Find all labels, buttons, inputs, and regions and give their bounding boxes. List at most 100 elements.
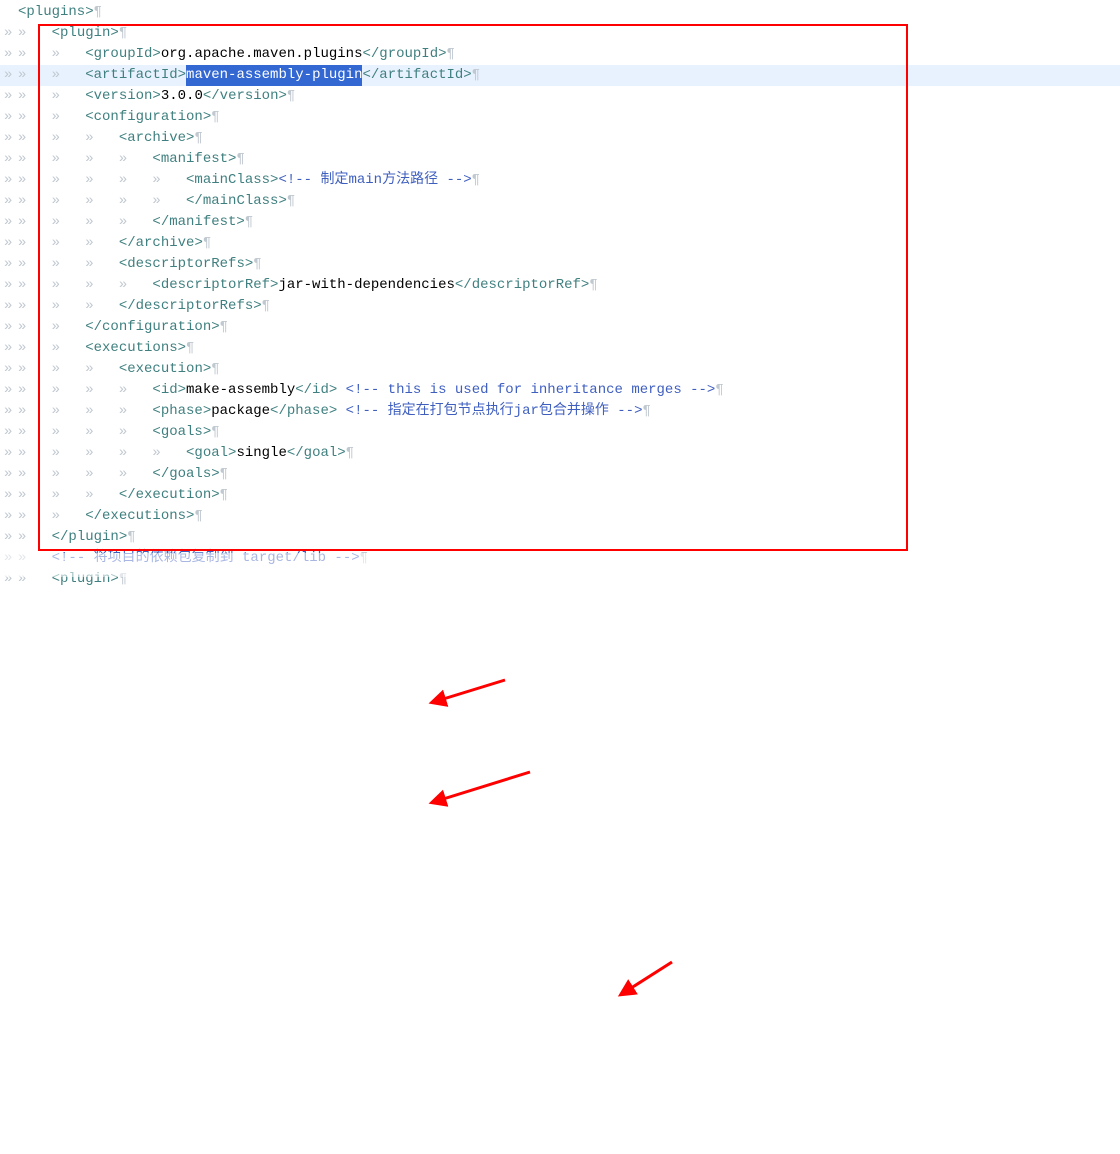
indent-guides: » » xyxy=(18,44,85,65)
code-line-1[interactable]: »» <plugin>¶ xyxy=(0,23,1120,44)
code-line-24[interactable]: »» » </executions>¶ xyxy=(0,506,1120,527)
indent-guides: » » » » xyxy=(18,149,152,170)
xml-text: make-assembly xyxy=(186,380,295,401)
indent-guides: » » » xyxy=(18,485,119,506)
fold-guide: » xyxy=(4,548,18,569)
code-line-3[interactable]: »» » <artifactId>maven-assembly-plugin</… xyxy=(0,65,1120,86)
xml-tag: <execution> xyxy=(119,359,211,380)
code-line-2[interactable]: »» » <groupId>org.apache.maven.plugins</… xyxy=(0,44,1120,65)
indent-guides: » » » » » xyxy=(18,443,186,464)
xml-tag: <archive> xyxy=(119,128,195,149)
xml-tag: <mainClass> xyxy=(186,170,278,191)
line-ending-mark: ¶ xyxy=(127,527,135,548)
code-line-27[interactable]: »» <plugin>¶ xyxy=(0,569,1120,590)
fold-guide: » xyxy=(4,86,18,107)
xml-tag: </goals> xyxy=(152,464,219,485)
line-ending-mark: ¶ xyxy=(119,569,127,590)
xml-tag: </archive> xyxy=(119,233,203,254)
xml-tag: <version> xyxy=(85,86,161,107)
xml-tag: </mainClass> xyxy=(186,191,287,212)
code-line-19[interactable]: »» » » » <phase>package</phase> <!-- 指定在… xyxy=(0,401,1120,422)
code-line-12[interactable]: »» » » <descriptorRefs>¶ xyxy=(0,254,1120,275)
code-line-4[interactable]: »» » <version>3.0.0</version>¶ xyxy=(0,86,1120,107)
xml-text: single xyxy=(236,443,286,464)
line-ending-mark: ¶ xyxy=(194,506,202,527)
xml-tag: <id> xyxy=(152,380,186,401)
xml-text: package xyxy=(211,401,270,422)
xml-tag: <artifactId> xyxy=(85,65,186,86)
fold-guide: » xyxy=(4,65,18,86)
fold-guide: » xyxy=(4,485,18,506)
code-line-7[interactable]: »» » » » <manifest>¶ xyxy=(0,149,1120,170)
xml-tag: </groupId> xyxy=(362,44,446,65)
arrow-annotation-0 xyxy=(440,680,505,700)
code-line-10[interactable]: »» » » » </manifest>¶ xyxy=(0,212,1120,233)
line-ending-mark: ¶ xyxy=(94,2,102,23)
line-ending-mark: ¶ xyxy=(194,128,202,149)
indent-guides: » xyxy=(18,527,52,548)
xml-tag: <manifest> xyxy=(152,149,236,170)
xml-tag: <descriptorRef> xyxy=(152,275,278,296)
fold-guide: » xyxy=(4,254,18,275)
xml-tag: </phase> xyxy=(270,401,337,422)
line-ending-mark: ¶ xyxy=(472,170,480,191)
line-ending-mark: ¶ xyxy=(211,107,219,128)
code-line-18[interactable]: »» » » » <id>make-assembly</id> <!-- thi… xyxy=(0,380,1120,401)
code-editor[interactable]: <plugins>¶»» <plugin>¶»» » <groupId>org.… xyxy=(0,0,1120,592)
xml-tag: <goal> xyxy=(186,443,236,464)
selected-text: maven-assembly-plugin xyxy=(186,65,362,86)
code-line-9[interactable]: »» » » » » </mainClass>¶ xyxy=(0,191,1120,212)
line-ending-mark: ¶ xyxy=(119,23,127,44)
line-ending-mark: ¶ xyxy=(447,44,455,65)
xml-text: org.apache.maven.plugins xyxy=(161,44,363,65)
code-line-20[interactable]: »» » » » <goals>¶ xyxy=(0,422,1120,443)
code-line-15[interactable]: »» » </configuration>¶ xyxy=(0,317,1120,338)
xml-comment: <!-- 指定在打包节点执行jar包合并操作 --> xyxy=(346,401,643,422)
fold-guide: » xyxy=(4,506,18,527)
xml-text xyxy=(337,380,345,401)
code-line-6[interactable]: »» » » <archive>¶ xyxy=(0,128,1120,149)
indent-guides: » » » xyxy=(18,128,119,149)
line-ending-mark: ¶ xyxy=(203,233,211,254)
code-line-8[interactable]: »» » » » » <mainClass><!-- 制定main方法路径 --… xyxy=(0,170,1120,191)
line-ending-mark: ¶ xyxy=(236,149,244,170)
code-line-16[interactable]: »» » <executions>¶ xyxy=(0,338,1120,359)
code-line-5[interactable]: »» » <configuration>¶ xyxy=(0,107,1120,128)
xml-tag: <groupId> xyxy=(85,44,161,65)
fold-guide: » xyxy=(4,296,18,317)
code-line-14[interactable]: »» » » </descriptorRefs>¶ xyxy=(0,296,1120,317)
line-ending-mark: ¶ xyxy=(643,401,651,422)
fold-guide: » xyxy=(4,233,18,254)
xml-text: jar-with-dependencies xyxy=(278,275,454,296)
fold-guide xyxy=(4,2,18,23)
fold-guide: » xyxy=(4,380,18,401)
arrow-annotation-1 xyxy=(440,772,530,800)
fold-guide: » xyxy=(4,107,18,128)
indent-guides: » » xyxy=(18,86,85,107)
code-line-25[interactable]: »» </plugin>¶ xyxy=(0,527,1120,548)
line-ending-mark: ¶ xyxy=(346,443,354,464)
line-ending-mark: ¶ xyxy=(262,296,270,317)
indent-guides: » » xyxy=(18,338,85,359)
line-ending-mark: ¶ xyxy=(220,317,228,338)
xml-tag: </plugin> xyxy=(52,527,128,548)
fold-guide: » xyxy=(4,422,18,443)
code-line-26[interactable]: »» <!-- 将项目的依赖包复制到 target/lib -->¶ xyxy=(0,548,1120,569)
xml-comment: <!-- this is used for inheritance merges… xyxy=(346,380,716,401)
line-ending-mark: ¶ xyxy=(715,380,723,401)
code-line-23[interactable]: »» » » </execution>¶ xyxy=(0,485,1120,506)
xml-tag: </configuration> xyxy=(85,317,219,338)
code-line-13[interactable]: »» » » » <descriptorRef>jar-with-depende… xyxy=(0,275,1120,296)
fold-guide: » xyxy=(4,317,18,338)
fold-guide: » xyxy=(4,527,18,548)
indent-guides: » » » » » xyxy=(18,170,186,191)
indent-guides: » » » » xyxy=(18,422,152,443)
xml-tag: </descriptorRefs> xyxy=(119,296,262,317)
code-line-21[interactable]: »» » » » » <goal>single</goal>¶ xyxy=(0,443,1120,464)
code-line-11[interactable]: »» » » </archive>¶ xyxy=(0,233,1120,254)
code-line-0[interactable]: <plugins>¶ xyxy=(0,2,1120,23)
indent-guides: » » xyxy=(18,317,85,338)
code-line-17[interactable]: »» » » <execution>¶ xyxy=(0,359,1120,380)
fold-guide: » xyxy=(4,170,18,191)
code-line-22[interactable]: »» » » » </goals>¶ xyxy=(0,464,1120,485)
